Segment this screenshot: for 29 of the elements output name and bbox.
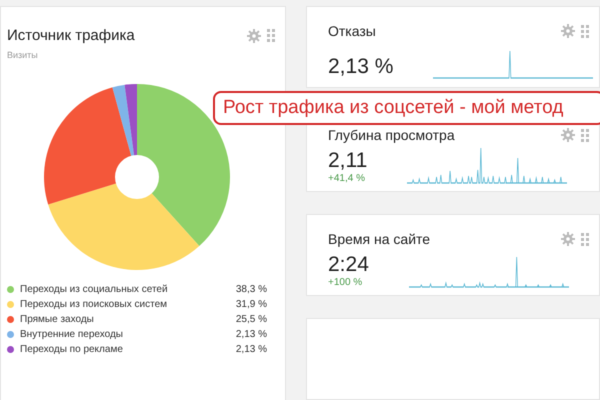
metric-change: +41,4 % [328, 173, 366, 184]
metric-title: Глубина просмотра [328, 127, 455, 143]
legend-value: 2,13 % [236, 344, 267, 355]
metric-title: Время на сайте [328, 231, 430, 247]
callout-text: Рост трафика из соцсетей - мой метод [223, 97, 564, 119]
metric-value: 2:24 [328, 253, 369, 277]
metric-change: +100 % [328, 277, 364, 288]
legend-label: Прямые заходы [20, 314, 95, 325]
card-subtitle: Визиты [7, 50, 39, 60]
legend-value: 25,5 % [236, 314, 267, 325]
settings-icon[interactable] [247, 28, 261, 42]
legend-value: 31,9 % [236, 299, 267, 310]
settings-icon[interactable] [561, 24, 575, 38]
metric-value: 2,11 [328, 149, 368, 173]
drag-handle-icon[interactable] [581, 24, 589, 38]
drag-handle-icon[interactable] [267, 29, 275, 42]
legend-label: Переходы из социальных сетей [20, 284, 169, 295]
metric-value: 2,13 % [328, 55, 394, 79]
legend-value: 2,13 % [236, 329, 267, 340]
metric-title: Отказы [328, 23, 376, 39]
card-title: Источник трафика [7, 27, 135, 44]
settings-icon[interactable] [561, 232, 575, 246]
drag-handle-icon[interactable] [581, 232, 589, 246]
legend-value: 38,3 % [236, 284, 267, 295]
drag-handle-icon[interactable] [581, 128, 589, 142]
legend-label: Внутренние переходы [20, 329, 124, 340]
legend-label: Переходы из поисковых систем [20, 299, 168, 310]
settings-icon[interactable] [561, 128, 575, 142]
legend-label: Переходы по рекламе [20, 344, 124, 355]
